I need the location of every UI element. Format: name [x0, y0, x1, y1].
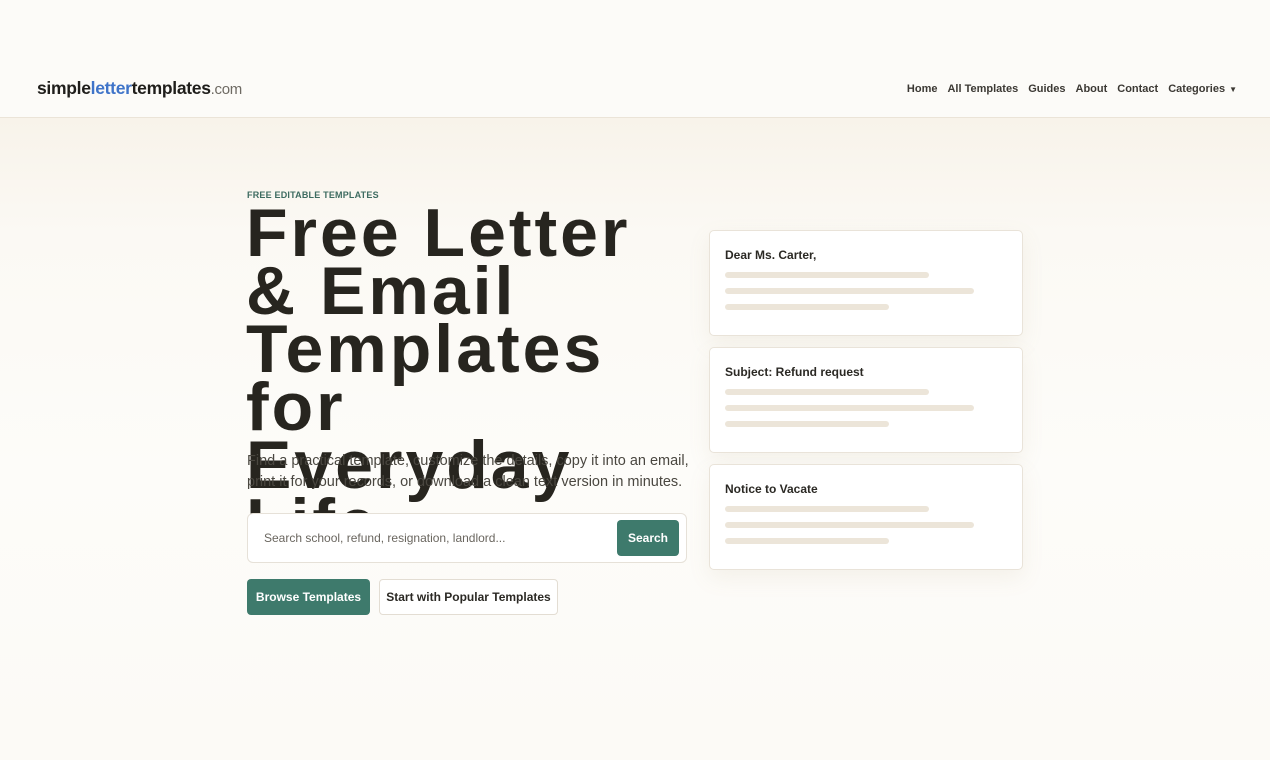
preview-card-title: Notice to Vacate [725, 482, 818, 496]
search-button[interactable]: Search [617, 520, 679, 556]
popular-templates-button[interactable]: Start with Popular Templates [379, 579, 558, 615]
browse-templates-button[interactable]: Browse Templates [247, 579, 370, 615]
logo-part-simple: simple [37, 78, 91, 98]
preview-card-title: Subject: Refund request [725, 365, 864, 379]
site-logo[interactable]: simplelettertemplates.com [37, 78, 242, 99]
hero-title: Free Letter & Email Templates for Everyd… [246, 195, 631, 557]
nav-contact[interactable]: Contact [1117, 83, 1158, 95]
text-placeholder-line [725, 506, 929, 512]
text-placeholder-line [725, 304, 889, 310]
template-search-form: Search [247, 513, 687, 563]
text-placeholder-line [725, 389, 929, 395]
text-placeholder-line [725, 522, 974, 528]
text-placeholder-line [725, 288, 974, 294]
logo-part-domain: .com [210, 81, 243, 98]
text-placeholder-line [725, 421, 889, 427]
main-nav: Home All Templates Guides About Contact … [907, 83, 1237, 95]
nav-guides[interactable]: Guides [1028, 83, 1065, 95]
preview-card-title: Dear Ms. Carter, [725, 248, 817, 262]
logo-part-letter: letter [90, 78, 132, 98]
search-input[interactable] [256, 523, 606, 553]
nav-about[interactable]: About [1076, 83, 1108, 95]
preview-card-email: Subject: Refund request [709, 347, 1023, 453]
caret-down-icon: ▼ [1229, 85, 1237, 94]
nav-categories-label: Categories [1168, 83, 1226, 95]
nav-categories-dropdown[interactable]: Categories ▼ [1168, 83, 1237, 95]
text-placeholder-line [725, 272, 929, 278]
nav-home[interactable]: Home [907, 83, 938, 95]
preview-card-notice: Notice to Vacate [709, 464, 1023, 570]
hero-description: Find a practical template, customize the… [247, 453, 689, 490]
text-placeholder-line [725, 538, 889, 544]
text-placeholder-line [725, 405, 974, 411]
logo-part-templates: templates [131, 78, 211, 98]
nav-all-templates[interactable]: All Templates [947, 83, 1018, 95]
site-header: simplelettertemplates.com Home All Templ… [0, 0, 1270, 118]
preview-card-letter: Dear Ms. Carter, [709, 230, 1023, 336]
